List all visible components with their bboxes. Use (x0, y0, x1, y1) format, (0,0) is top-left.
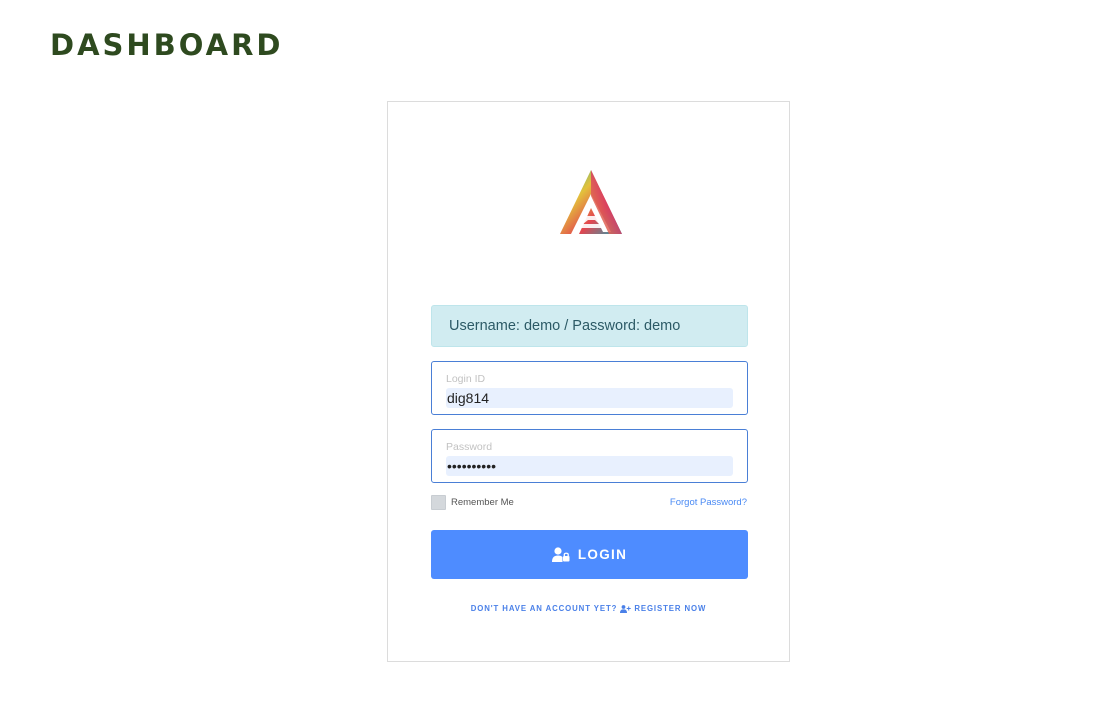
credentials-alert: Username: demo / Password: demo (431, 305, 748, 347)
login-button[interactable]: LOGIN (431, 530, 748, 579)
login-card: Username: demo / Password: demo Login ID… (387, 101, 790, 662)
remember-me-label: Remember Me (451, 497, 514, 508)
triangle-logo (560, 170, 622, 234)
password-input[interactable] (446, 456, 733, 476)
register-prompt-text: DON'T HAVE AN ACCOUNT YET? (470, 604, 618, 613)
user-plus-icon (620, 604, 632, 613)
password-field[interactable]: Password (431, 429, 748, 483)
login-id-label: Login ID (446, 373, 486, 385)
password-label: Password (446, 441, 493, 453)
forgot-password-link[interactable]: Forgot Password? (670, 497, 747, 508)
page-title: DASHBOARD (50, 28, 284, 62)
register-prompt: DON'T HAVE AN ACCOUNT YET? REGISTER NOW (388, 604, 789, 613)
remember-me-checkbox[interactable] (431, 495, 446, 510)
login-button-label: LOGIN (577, 547, 628, 562)
login-id-field[interactable]: Login ID (431, 361, 748, 415)
register-now-link[interactable]: REGISTER NOW (634, 604, 706, 613)
login-id-input[interactable] (446, 388, 733, 408)
remember-me[interactable]: Remember Me (431, 495, 514, 510)
user-lock-icon (551, 547, 570, 562)
